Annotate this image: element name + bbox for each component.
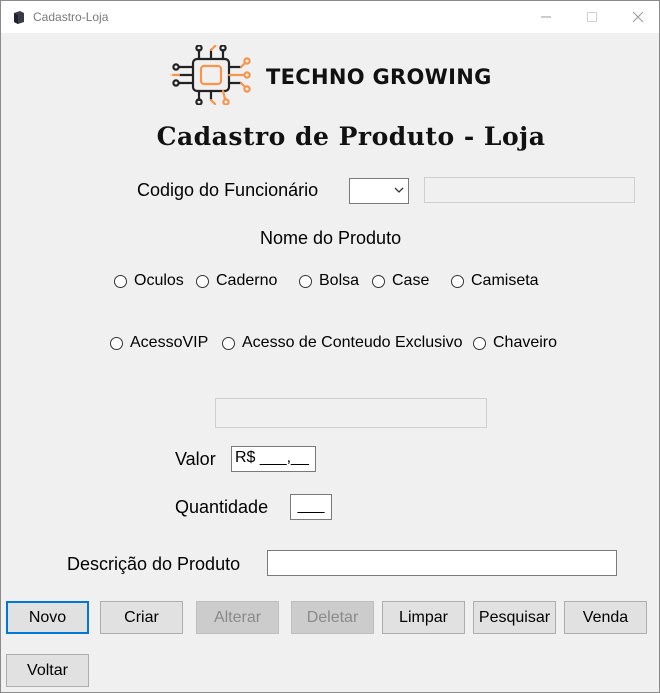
radio-button-icon — [451, 275, 464, 288]
window-title: Cadastro-Loja — [33, 10, 109, 24]
radio-label: Acesso de Conteudo Exclusivo — [242, 334, 463, 351]
employee-code-label: Codigo do Funcionário — [137, 180, 319, 200]
page-title: Cadastro de Produto - Loja — [156, 122, 546, 151]
quantity-label: Quantidade — [175, 497, 269, 517]
voltar-button[interactable]: Voltar — [6, 654, 89, 687]
radio-label: Caderno — [216, 272, 278, 289]
value-input[interactable]: R$ ___,__ — [231, 446, 316, 472]
deletar-button[interactable]: Deletar — [291, 601, 374, 634]
employee-name-field — [424, 177, 635, 203]
value-label: Valor — [175, 449, 216, 469]
radio-button-icon — [473, 337, 486, 350]
quantity-input[interactable]: ___ — [290, 494, 332, 520]
criar-button[interactable]: Criar — [100, 601, 183, 634]
product-name-field — [215, 398, 487, 428]
radio-button-icon — [222, 337, 235, 350]
maximize-button[interactable] — [569, 1, 615, 33]
logo-text: TECHNO GROWING — [266, 65, 492, 89]
alterar-button[interactable]: Alterar — [196, 601, 279, 634]
radio-button-icon — [110, 337, 123, 350]
maximize-icon — [587, 12, 597, 22]
radio-button-icon — [196, 275, 209, 288]
close-icon — [632, 11, 644, 23]
limpar-button[interactable]: Limpar — [382, 601, 465, 634]
minimize-button[interactable] — [523, 1, 569, 33]
radio-button-icon — [299, 275, 312, 288]
chip-logo-icon — [169, 45, 251, 105]
form-area: TECHNO GROWING Cadastro de Produto - Loj… — [1, 33, 659, 692]
venda-button[interactable]: Venda — [564, 601, 647, 634]
radio-label: Case — [392, 272, 430, 289]
close-button[interactable] — [615, 1, 659, 33]
description-input[interactable] — [267, 550, 617, 576]
radio-button-icon — [372, 275, 385, 288]
radio-label: Chaveiro — [493, 334, 558, 351]
radio-label: AcessoVIP — [130, 334, 209, 351]
minimize-icon — [541, 16, 551, 18]
radio-label: Oculos — [134, 272, 184, 289]
pesquisar-button[interactable]: Pesquisar — [473, 601, 556, 634]
description-label: Descrição do Produto — [67, 554, 241, 574]
radio-button-icon — [114, 275, 127, 288]
employee-code-combobox[interactable] — [349, 178, 409, 204]
radio-label: Camiseta — [471, 272, 539, 289]
chevron-down-icon — [394, 187, 404, 193]
app-icon — [14, 11, 24, 24]
radio-label: Bolsa — [319, 272, 360, 289]
title-bar[interactable]: Cadastro-Loja — [1, 1, 659, 33]
product-name-label: Nome do Produto — [260, 228, 402, 248]
novo-button[interactable]: Novo — [6, 601, 89, 634]
app-window: Cadastro-Loja TECHNO GROWING Cadastro de… — [0, 0, 660, 693]
